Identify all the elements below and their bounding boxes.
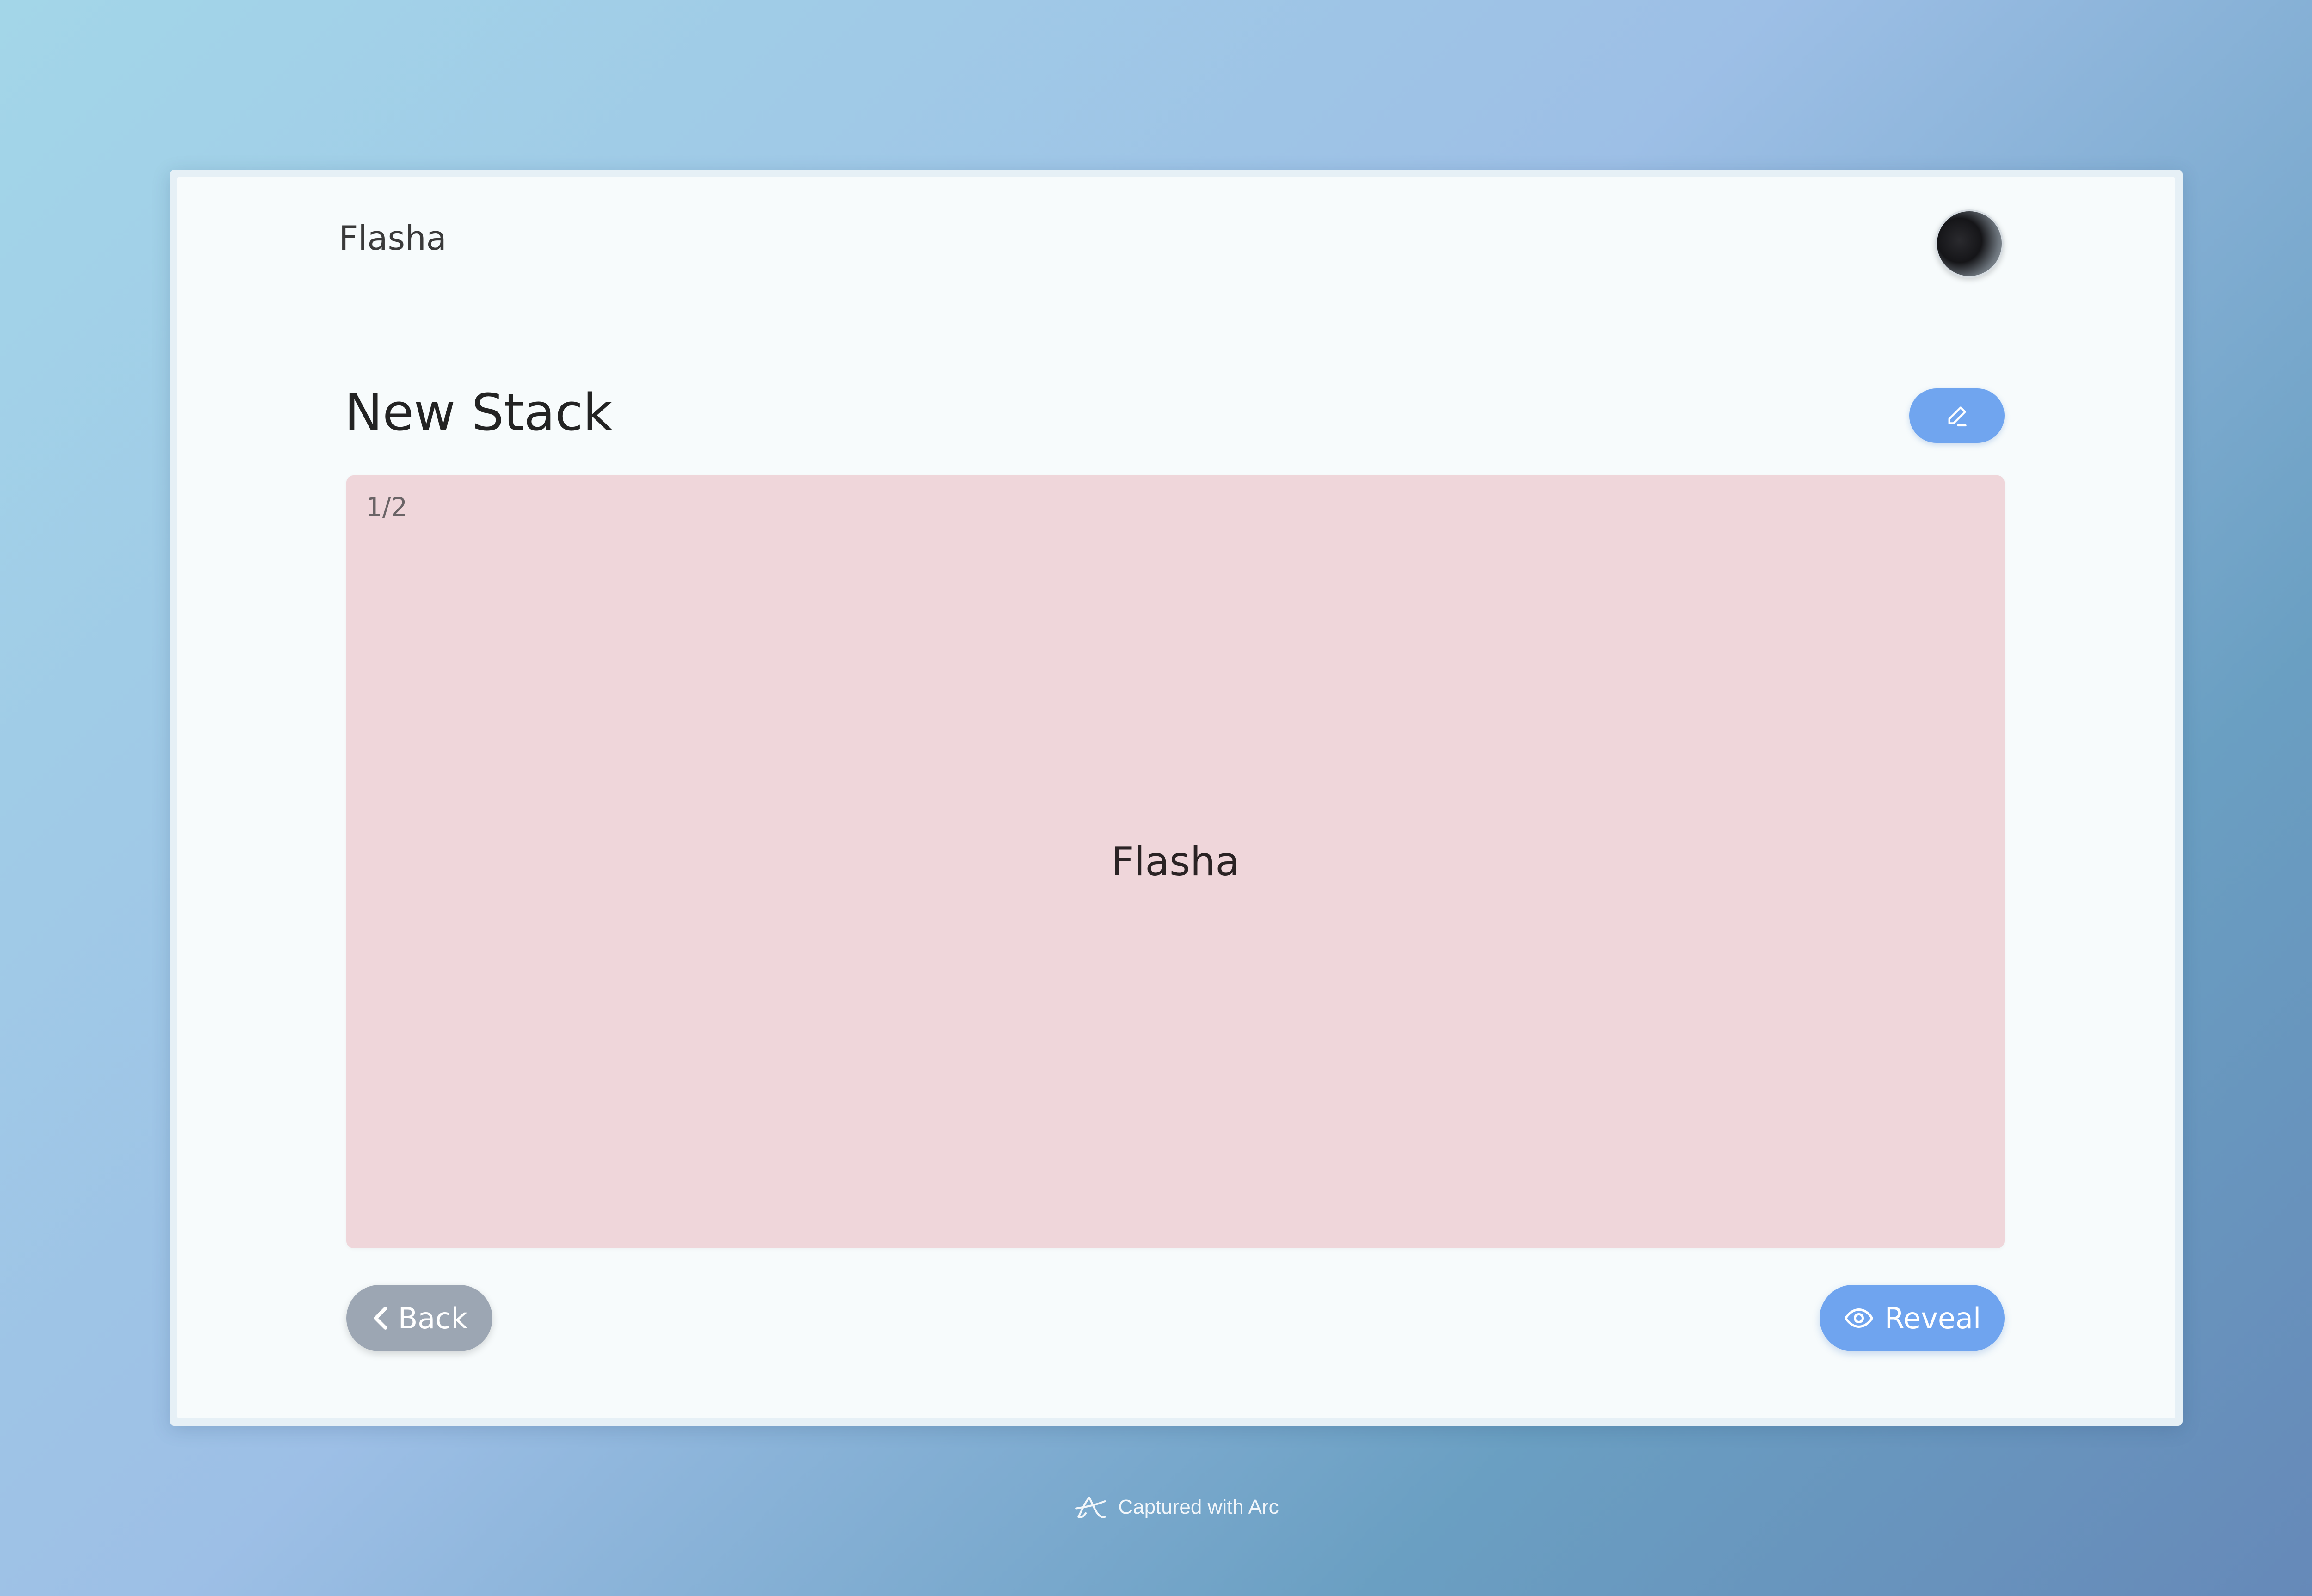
eye-icon xyxy=(1844,1308,1873,1328)
reveal-button-label: Reveal xyxy=(1884,1301,1981,1335)
chevron-left-icon xyxy=(374,1307,387,1330)
back-button[interactable]: Back xyxy=(346,1285,492,1351)
back-button-label: Back xyxy=(398,1301,468,1335)
card-front-text: Flasha xyxy=(1111,839,1240,885)
edit-stack-button[interactable] xyxy=(1909,388,2005,443)
user-avatar[interactable] xyxy=(1935,209,2004,278)
app-name[interactable]: Flasha xyxy=(339,221,447,255)
flashcard[interactable]: 1/2 Flasha xyxy=(346,475,2005,1248)
browser-frame: Flasha New Stack 1/2 Flasha Back Reveal xyxy=(170,170,2183,1426)
pencil-icon xyxy=(1948,406,1967,427)
capture-footer: Captured with Arc xyxy=(0,1492,2312,1522)
footer-caption: Captured with Arc xyxy=(1118,1496,1279,1518)
reveal-button[interactable]: Reveal xyxy=(1820,1285,2005,1351)
arc-logo-icon xyxy=(1075,1497,1107,1518)
page-title: New Stack xyxy=(344,383,613,442)
app-window: Flasha New Stack 1/2 Flasha Back Reveal xyxy=(177,177,2175,1418)
